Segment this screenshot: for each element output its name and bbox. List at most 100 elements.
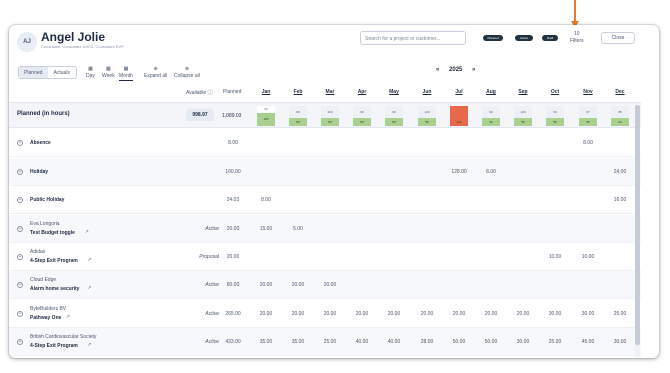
month-header-mar: Mar [325,89,335,95]
view-day-button[interactable]: ▦ Day [86,66,95,80]
month-capacity-cell[interactable]: 100 80 [321,106,339,126]
month-hours-cell[interactable]: 50.00 [476,339,506,345]
month-capacity-cell[interactable]: 80 80 [289,106,307,126]
month-hours-cell[interactable]: 30.00 [540,311,570,317]
month-hours-cell[interactable]: 30.00 [605,339,635,345]
plus-circle-icon[interactable]: + [17,169,23,175]
month-hours-cell[interactable]: 20.00 [283,311,313,317]
month-hours-cell[interactable]: 40.00 [379,339,409,345]
month-capacity-cell[interactable]: 90 96 [482,106,500,126]
month-hours-cell[interactable]: 45.00 [573,339,603,345]
plus-circle-icon[interactable]: + [17,339,23,345]
month-hours-cell[interactable]: 25.00 [315,339,345,345]
month-hours-cell[interactable]: 16.00 [605,197,635,203]
toggle-actuals[interactable]: Actuals [48,67,77,78]
capacity-available: 96 [385,106,403,118]
month-hours-cell[interactable]: 30.00 [508,339,538,345]
capacity-planned: 80 [418,118,436,126]
month-hours-cell[interactable]: 40.00 [347,339,377,345]
customer-name: Cloud Edge [30,277,57,283]
capacity-planned: 182 [257,113,275,126]
month-hours-cell[interactable]: 28.00 [412,339,442,345]
planned-actuals-toggle[interactable]: Planned Actuals [18,66,77,79]
month-hours-cell[interactable]: 20.00 [444,311,474,317]
month-hours-cell[interactable]: 20.00 [251,282,281,288]
next-year-button[interactable]: » [472,67,475,73]
month-capacity-cell[interactable]: 67 95 [579,106,597,126]
expand-all-label: Expand all [144,73,168,79]
month-capacity-cell[interactable]: 96 80 [353,106,371,126]
collapse-all-button[interactable]: ⊕ Collapse all [174,66,200,80]
view-month-button[interactable]: ▦ Month [119,66,133,81]
month-hours-cell[interactable]: 30.00 [573,311,603,317]
month-hours-cell[interactable]: 8.00 [251,197,281,203]
month-hours-cell[interactable]: 25.00 [540,339,570,345]
month-hours-cell[interactable]: 20.00 [412,311,442,317]
external-link-icon[interactable]: ↗ [87,342,91,348]
search-input[interactable]: Search for a project or customer... [360,31,466,45]
month-hours-cell[interactable]: 20.00 [283,282,313,288]
month-hours-cell[interactable]: 20.00 [476,311,506,317]
project-name[interactable]: Alarm home security [30,286,79,292]
month-hours-cell[interactable]: 24.00 [605,169,635,175]
month-hours-cell[interactable]: 10.00 [540,254,570,260]
plus-circle-icon[interactable]: + [17,197,23,203]
filter-pill-draft[interactable]: Draft [542,35,558,41]
project-name[interactable]: Pathway One [30,315,61,321]
month-capacity-cell[interactable]: 120 80 [418,106,436,126]
month-hours-cell[interactable]: 128.00 [444,169,474,175]
calendar-icon: ▦ [105,66,111,72]
plus-circle-icon[interactable]: + [17,282,23,288]
close-button[interactable]: Close [601,32,635,44]
capacity-available: 90 [482,106,500,118]
project-name[interactable]: Test Budget toggle [30,230,75,236]
month-capacity-cell[interactable]: 115 [450,106,468,126]
month-hours-cell[interactable]: 20.00 [315,311,345,317]
table-row: + Cloud Edge Alarm home security ↗ Active 60.… [9,271,641,299]
prev-year-button[interactable]: « [436,67,439,73]
scrollbar-thumb[interactable] [635,105,640,345]
month-hours-cell[interactable]: 15.00 [251,226,281,232]
project-name[interactable]: 4-Step Exit Program [30,343,78,349]
month-hours-cell[interactable]: 50.00 [444,339,474,345]
plus-circle-icon[interactable]: + [17,311,23,317]
external-link-icon[interactable]: ↗ [87,285,91,291]
customer-name: Adidas [30,249,46,255]
month-capacity-cell[interactable]: 126 80 [514,106,532,126]
view-week-button[interactable]: ▦ Week [102,66,115,80]
project-name[interactable]: 4-Step Exit Program [30,258,78,264]
vertical-scrollbar[interactable] [635,105,640,357]
toggle-planned[interactable]: Planned [19,67,48,78]
plus-circle-icon[interactable]: + [17,140,23,146]
filter-pill-active[interactable]: Active [515,35,533,41]
month-capacity-cell[interactable]: 33 182 [257,106,275,126]
external-link-icon[interactable]: ↗ [66,314,70,320]
plus-circle-icon[interactable]: + [17,254,23,260]
month-hours-cell[interactable]: 35.00 [251,339,281,345]
month-hours-cell[interactable]: 8.00 [476,169,506,175]
month-hours-cell[interactable]: 20.00 [379,311,409,317]
external-link-icon[interactable]: ↗ [85,229,89,235]
status-label: Active [205,339,219,345]
month-hours-cell[interactable]: 10.00 [573,254,603,260]
month-hours-cell[interactable]: 5.00 [283,226,313,232]
available-total: 998.97 [186,109,214,121]
month-hours-cell[interactable]: 20.00 [347,311,377,317]
month-hours-cell[interactable]: 35.00 [283,339,313,345]
expand-all-button[interactable]: ⊕ Expand all [144,66,167,80]
month-capacity-cell[interactable]: 85 84 [611,106,629,126]
filters-button[interactable]: 10 Filters [570,31,584,45]
month-hours-cell[interactable]: 25.00 [605,311,635,317]
month-capacity-cell[interactable]: 96 80 [385,106,403,126]
month-capacity-cell[interactable]: 59 80 [546,106,564,126]
month-hours-cell[interactable]: 20.00 [315,282,345,288]
month-header-sep: Sep [518,89,528,95]
month-hours-cell[interactable]: 20.00 [508,311,538,317]
month-header-nov: Nov [583,89,593,95]
plus-circle-icon[interactable]: + [17,226,23,232]
category-name: Holiday [30,169,49,175]
month-hours-cell[interactable]: 8.00 [573,140,603,146]
month-hours-cell[interactable]: 20.00 [251,311,281,317]
filter-pill-planned[interactable]: Planned [483,35,503,41]
external-link-icon[interactable]: ↗ [87,257,91,263]
